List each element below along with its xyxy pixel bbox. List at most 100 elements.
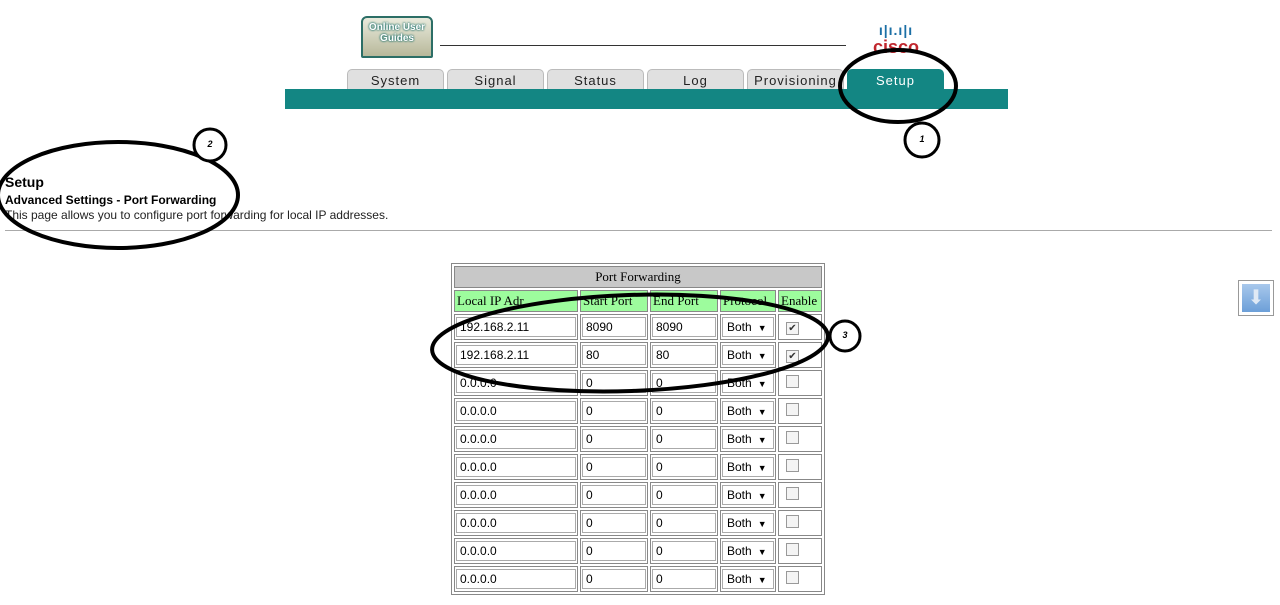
online-user-guides-logo[interactable]: Online User Guides — [361, 16, 433, 58]
local-ip-input[interactable]: 0.0.0.0 — [456, 541, 576, 561]
end-port-cell — [650, 482, 718, 508]
tab-system[interactable]: System — [347, 69, 444, 89]
tab-status[interactable]: Status — [547, 69, 644, 89]
ip-cell: 0.0.0.0 — [454, 454, 578, 480]
end-port-input[interactable] — [652, 569, 716, 589]
local-ip-input[interactable]: 0.0.0.0 — [456, 485, 576, 505]
enable-checkbox[interactable] — [786, 458, 799, 472]
end-port-cell — [650, 398, 718, 424]
end-port-cell — [650, 426, 718, 452]
start-port-cell — [580, 510, 648, 536]
ip-cell: 0.0.0.0 — [454, 426, 578, 452]
end-port-input[interactable] — [652, 401, 716, 421]
local-ip-input[interactable]: 0.0.0.0 — [456, 457, 576, 477]
protocol-select[interactable]: Both ▼ — [722, 513, 774, 533]
protocol-value: Both — [727, 516, 752, 530]
start-port-input[interactable] — [582, 401, 646, 421]
protocol-select[interactable]: Both ▼ — [722, 401, 774, 421]
protocol-cell: Both ▼ — [720, 482, 776, 508]
enable-checkbox[interactable]: ✔ — [786, 350, 799, 363]
local-ip-input[interactable]: 0.0.0.0 — [456, 401, 576, 421]
end-port-input[interactable] — [652, 541, 716, 561]
protocol-cell: Both ▼ — [720, 314, 776, 340]
protocol-select[interactable]: Both ▼ — [722, 317, 774, 337]
local-ip-input[interactable]: 192.168.2.11 — [456, 317, 576, 337]
enable-checkbox[interactable] — [786, 514, 799, 528]
chevron-down-icon: ▼ — [757, 547, 767, 557]
start-port-input[interactable] — [582, 373, 646, 393]
protocol-value: Both — [727, 488, 752, 502]
protocol-select[interactable]: Both ▼ — [722, 345, 774, 365]
local-ip-input[interactable]: 0.0.0.0 — [456, 513, 576, 533]
start-port-input[interactable] — [582, 429, 646, 449]
local-ip-input[interactable]: 192.168.2.11 — [456, 345, 576, 365]
divider — [5, 230, 1272, 231]
start-port-input[interactable] — [582, 485, 646, 505]
header-protocol: Protocol — [720, 290, 776, 312]
protocol-value: Both — [727, 404, 752, 418]
protocol-cell: Both ▼ — [720, 454, 776, 480]
protocol-value: Both — [727, 572, 752, 586]
end-port-input[interactable] — [652, 513, 716, 533]
start-port-input[interactable] — [582, 345, 646, 365]
protocol-cell: Both ▼ — [720, 510, 776, 536]
enable-checkbox[interactable] — [786, 542, 799, 556]
table-row: 0.0.0.0 Both ▼ — [454, 398, 822, 424]
protocol-select[interactable]: Both ▼ — [722, 569, 774, 589]
table-caption: Port Forwarding — [454, 266, 822, 288]
start-port-input[interactable] — [582, 569, 646, 589]
enable-cell — [778, 538, 822, 564]
protocol-select[interactable]: Both ▼ — [722, 429, 774, 449]
end-port-input[interactable] — [652, 457, 716, 477]
ip-cell: 0.0.0.0 — [454, 370, 578, 396]
protocol-value: Both — [727, 348, 752, 362]
protocol-cell: Both ▼ — [720, 538, 776, 564]
end-port-cell — [650, 370, 718, 396]
end-port-cell — [650, 566, 718, 592]
arrow-down-icon: ⬇ — [1242, 284, 1270, 312]
enable-checkbox[interactable] — [786, 374, 799, 388]
annotation-label-2: 2 — [207, 139, 213, 149]
protocol-cell: Both ▼ — [720, 426, 776, 452]
enable-cell — [778, 510, 822, 536]
end-port-input[interactable] — [652, 485, 716, 505]
enable-checkbox[interactable] — [786, 402, 799, 416]
tab-provisioning[interactable]: Provisioning — [747, 69, 844, 89]
tab-signal[interactable]: Signal — [447, 69, 544, 89]
end-port-cell — [650, 538, 718, 564]
end-port-input[interactable] — [652, 317, 716, 337]
local-ip-input[interactable]: 0.0.0.0 — [456, 429, 576, 449]
chevron-down-icon: ▼ — [757, 407, 767, 417]
protocol-select[interactable]: Both ▼ — [722, 373, 774, 393]
nav-tabs: System Signal Status Log Provisioning Se… — [347, 69, 944, 89]
enable-checkbox[interactable]: ✔ — [786, 322, 799, 335]
table-row: 0.0.0.0 Both ▼ — [454, 482, 822, 508]
local-ip-input[interactable]: 0.0.0.0 — [456, 569, 576, 589]
start-port-input[interactable] — [582, 513, 646, 533]
end-port-cell — [650, 454, 718, 480]
chevron-down-icon: ▼ — [757, 323, 767, 333]
cisco-logo: ı|ı.ı|ı cisco — [856, 22, 936, 62]
scroll-down-button[interactable]: ⬇ — [1238, 280, 1274, 316]
chevron-down-icon: ▼ — [757, 491, 767, 501]
chevron-down-icon: ▼ — [757, 519, 767, 529]
end-port-cell — [650, 510, 718, 536]
end-port-input[interactable] — [652, 429, 716, 449]
start-port-input[interactable] — [582, 541, 646, 561]
tab-log[interactable]: Log — [647, 69, 744, 89]
enable-checkbox[interactable] — [786, 486, 799, 500]
enable-checkbox[interactable] — [786, 430, 799, 444]
protocol-select[interactable]: Both ▼ — [722, 541, 774, 561]
start-port-input[interactable] — [582, 317, 646, 337]
tab-setup[interactable]: Setup — [847, 69, 944, 89]
end-port-input[interactable] — [652, 373, 716, 393]
protocol-select[interactable]: Both ▼ — [722, 485, 774, 505]
local-ip-input[interactable]: 0.0.0.0 — [456, 373, 576, 393]
ip-cell: 0.0.0.0 — [454, 398, 578, 424]
start-port-input[interactable] — [582, 457, 646, 477]
annotation-label-1: 1 — [919, 134, 925, 144]
enable-checkbox[interactable] — [786, 570, 799, 584]
end-port-input[interactable] — [652, 345, 716, 365]
end-port-cell — [650, 314, 718, 340]
protocol-select[interactable]: Both ▼ — [722, 457, 774, 477]
